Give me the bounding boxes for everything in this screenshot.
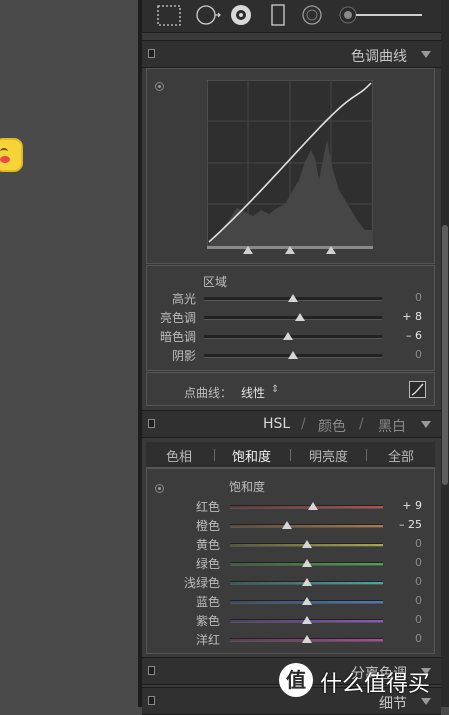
- tone-curve-title: 色调曲线: [351, 49, 407, 65]
- tab-saturation[interactable]: 饱和度: [232, 446, 271, 465]
- title-slash: /: [301, 416, 306, 432]
- region-slider-value[interactable]: – 6: [392, 329, 422, 342]
- saturation-slider-thumb[interactable]: [282, 521, 293, 529]
- svg-text:值: 值: [286, 668, 306, 692]
- detail-toggle[interactable]: [148, 696, 155, 705]
- bw-title[interactable]: 黑白: [378, 416, 406, 436]
- adjustment-brush-icon[interactable]: [339, 6, 357, 24]
- saturation-slider-thumb[interactable]: [301, 616, 312, 624]
- photo-canvas-area: [0, 0, 138, 707]
- saturation-slider-thumb[interactable]: [301, 559, 312, 567]
- split-toning-toggle[interactable]: [148, 666, 155, 675]
- tab-hue[interactable]: 色相: [166, 446, 192, 465]
- hsl-toggle[interactable]: [148, 419, 155, 428]
- saturation-slider-value[interactable]: + 9: [392, 499, 422, 512]
- region-slider-label: 亮色调: [159, 311, 196, 325]
- dropdown-arrows-icon[interactable]: ⇕: [271, 384, 279, 395]
- tab-all[interactable]: 全部: [388, 446, 414, 465]
- saturation-slider-value[interactable]: 0: [392, 594, 422, 607]
- red-eye-icon[interactable]: [231, 5, 251, 25]
- region-slider-label: 暗色调: [159, 330, 196, 344]
- hsl-tab-bar: 色相 饱和度 明亮度 全部: [146, 442, 435, 468]
- spot-removal-icon[interactable]: [196, 5, 221, 25]
- graduated-filter-icon[interactable]: [271, 4, 285, 26]
- region-label: 区域: [203, 275, 228, 289]
- edit-point-curve-icon[interactable]: [409, 381, 426, 398]
- saturation-slider-label: 黄色: [195, 538, 220, 552]
- saturation-slider-thumb[interactable]: [301, 597, 312, 605]
- saturation-slider-value[interactable]: 0: [392, 556, 422, 569]
- region-slider-thumb[interactable]: [295, 313, 306, 321]
- targeted-adjustment-icon[interactable]: [155, 82, 164, 91]
- tone-curve-graph[interactable]: [207, 80, 373, 256]
- radial-filter-icon[interactable]: [302, 5, 322, 25]
- tone-curve-toggle[interactable]: [148, 49, 155, 58]
- brush-size-slider[interactable]: [356, 14, 422, 16]
- sticker-cheek: [0, 156, 10, 163]
- saturation-slider-thumb[interactable]: [301, 578, 312, 586]
- tone-curve-header[interactable]: 色调曲线: [142, 40, 441, 68]
- region-slider-thumb[interactable]: [288, 294, 298, 302]
- site-watermark: 值 什么值得买: [278, 660, 449, 707]
- watermark-logo-icon: 值: [279, 663, 313, 697]
- saturation-slider-value[interactable]: – 25: [392, 518, 422, 531]
- region-slider-value[interactable]: + 8: [392, 310, 422, 323]
- point-curve-dropdown[interactable]: 线性: [241, 384, 265, 401]
- tab-separator: [366, 449, 367, 461]
- saturation-slider-label: 橙色: [195, 519, 220, 533]
- targeted-adjustment-icon[interactable]: [155, 484, 164, 493]
- saturation-slider-label: 紫色: [195, 614, 220, 628]
- saturation-slider-thumb[interactable]: [301, 635, 312, 643]
- hsl-header[interactable]: HSL / 颜色 / 黑白: [142, 410, 441, 438]
- color-title[interactable]: 颜色: [318, 416, 346, 436]
- smiley-sticker: [0, 138, 23, 172]
- crop-icon[interactable]: [157, 5, 181, 26]
- region-slider-thumb[interactable]: [282, 332, 293, 340]
- collapse-triangle-icon[interactable]: [421, 51, 431, 58]
- saturation-slider-track[interactable]: [230, 505, 383, 509]
- tab-separator: [214, 449, 215, 461]
- collapse-triangle-icon[interactable]: [421, 421, 431, 428]
- panel-scrollbar-thumb[interactable]: [442, 225, 448, 485]
- saturation-group-label: 饱和度: [229, 480, 266, 494]
- region-slider-track[interactable]: [204, 335, 382, 339]
- saturation-slider-value[interactable]: 0: [392, 575, 422, 588]
- saturation-slider-label: 洋红: [195, 633, 220, 647]
- saturation-slider-thumb[interactable]: [301, 540, 312, 548]
- region-slider-track[interactable]: [204, 316, 382, 320]
- sticker-eye: [0, 148, 8, 155]
- saturation-slider-value[interactable]: 0: [392, 613, 422, 626]
- tool-strip-icons: [157, 4, 357, 26]
- tab-separator: [290, 449, 291, 461]
- saturation-slider-value[interactable]: 0: [392, 537, 422, 550]
- region-slider-value[interactable]: 0: [392, 291, 422, 304]
- saturation-slider-label: 浅绿色: [183, 576, 220, 590]
- title-slash: /: [359, 416, 364, 432]
- region-slider-label: 高光: [171, 292, 196, 306]
- saturation-slider-label: 绿色: [195, 557, 220, 571]
- saturation-slider-track[interactable]: [230, 524, 383, 528]
- region-slider-value[interactable]: 0: [392, 348, 422, 361]
- watermark-text: 什么值得买: [320, 672, 431, 697]
- tab-luminance[interactable]: 明亮度: [309, 446, 348, 465]
- saturation-slider-label: 蓝色: [195, 595, 220, 609]
- hsl-title[interactable]: HSL: [263, 416, 290, 432]
- saturation-slider-value[interactable]: 0: [392, 632, 422, 645]
- point-curve-label: 点曲线：: [184, 386, 233, 400]
- saturation-slider-label: 红色: [195, 500, 220, 514]
- region-slider-label: 阴影: [171, 349, 196, 363]
- saturation-slider-thumb[interactable]: [308, 502, 319, 510]
- region-slider-thumb[interactable]: [288, 351, 298, 359]
